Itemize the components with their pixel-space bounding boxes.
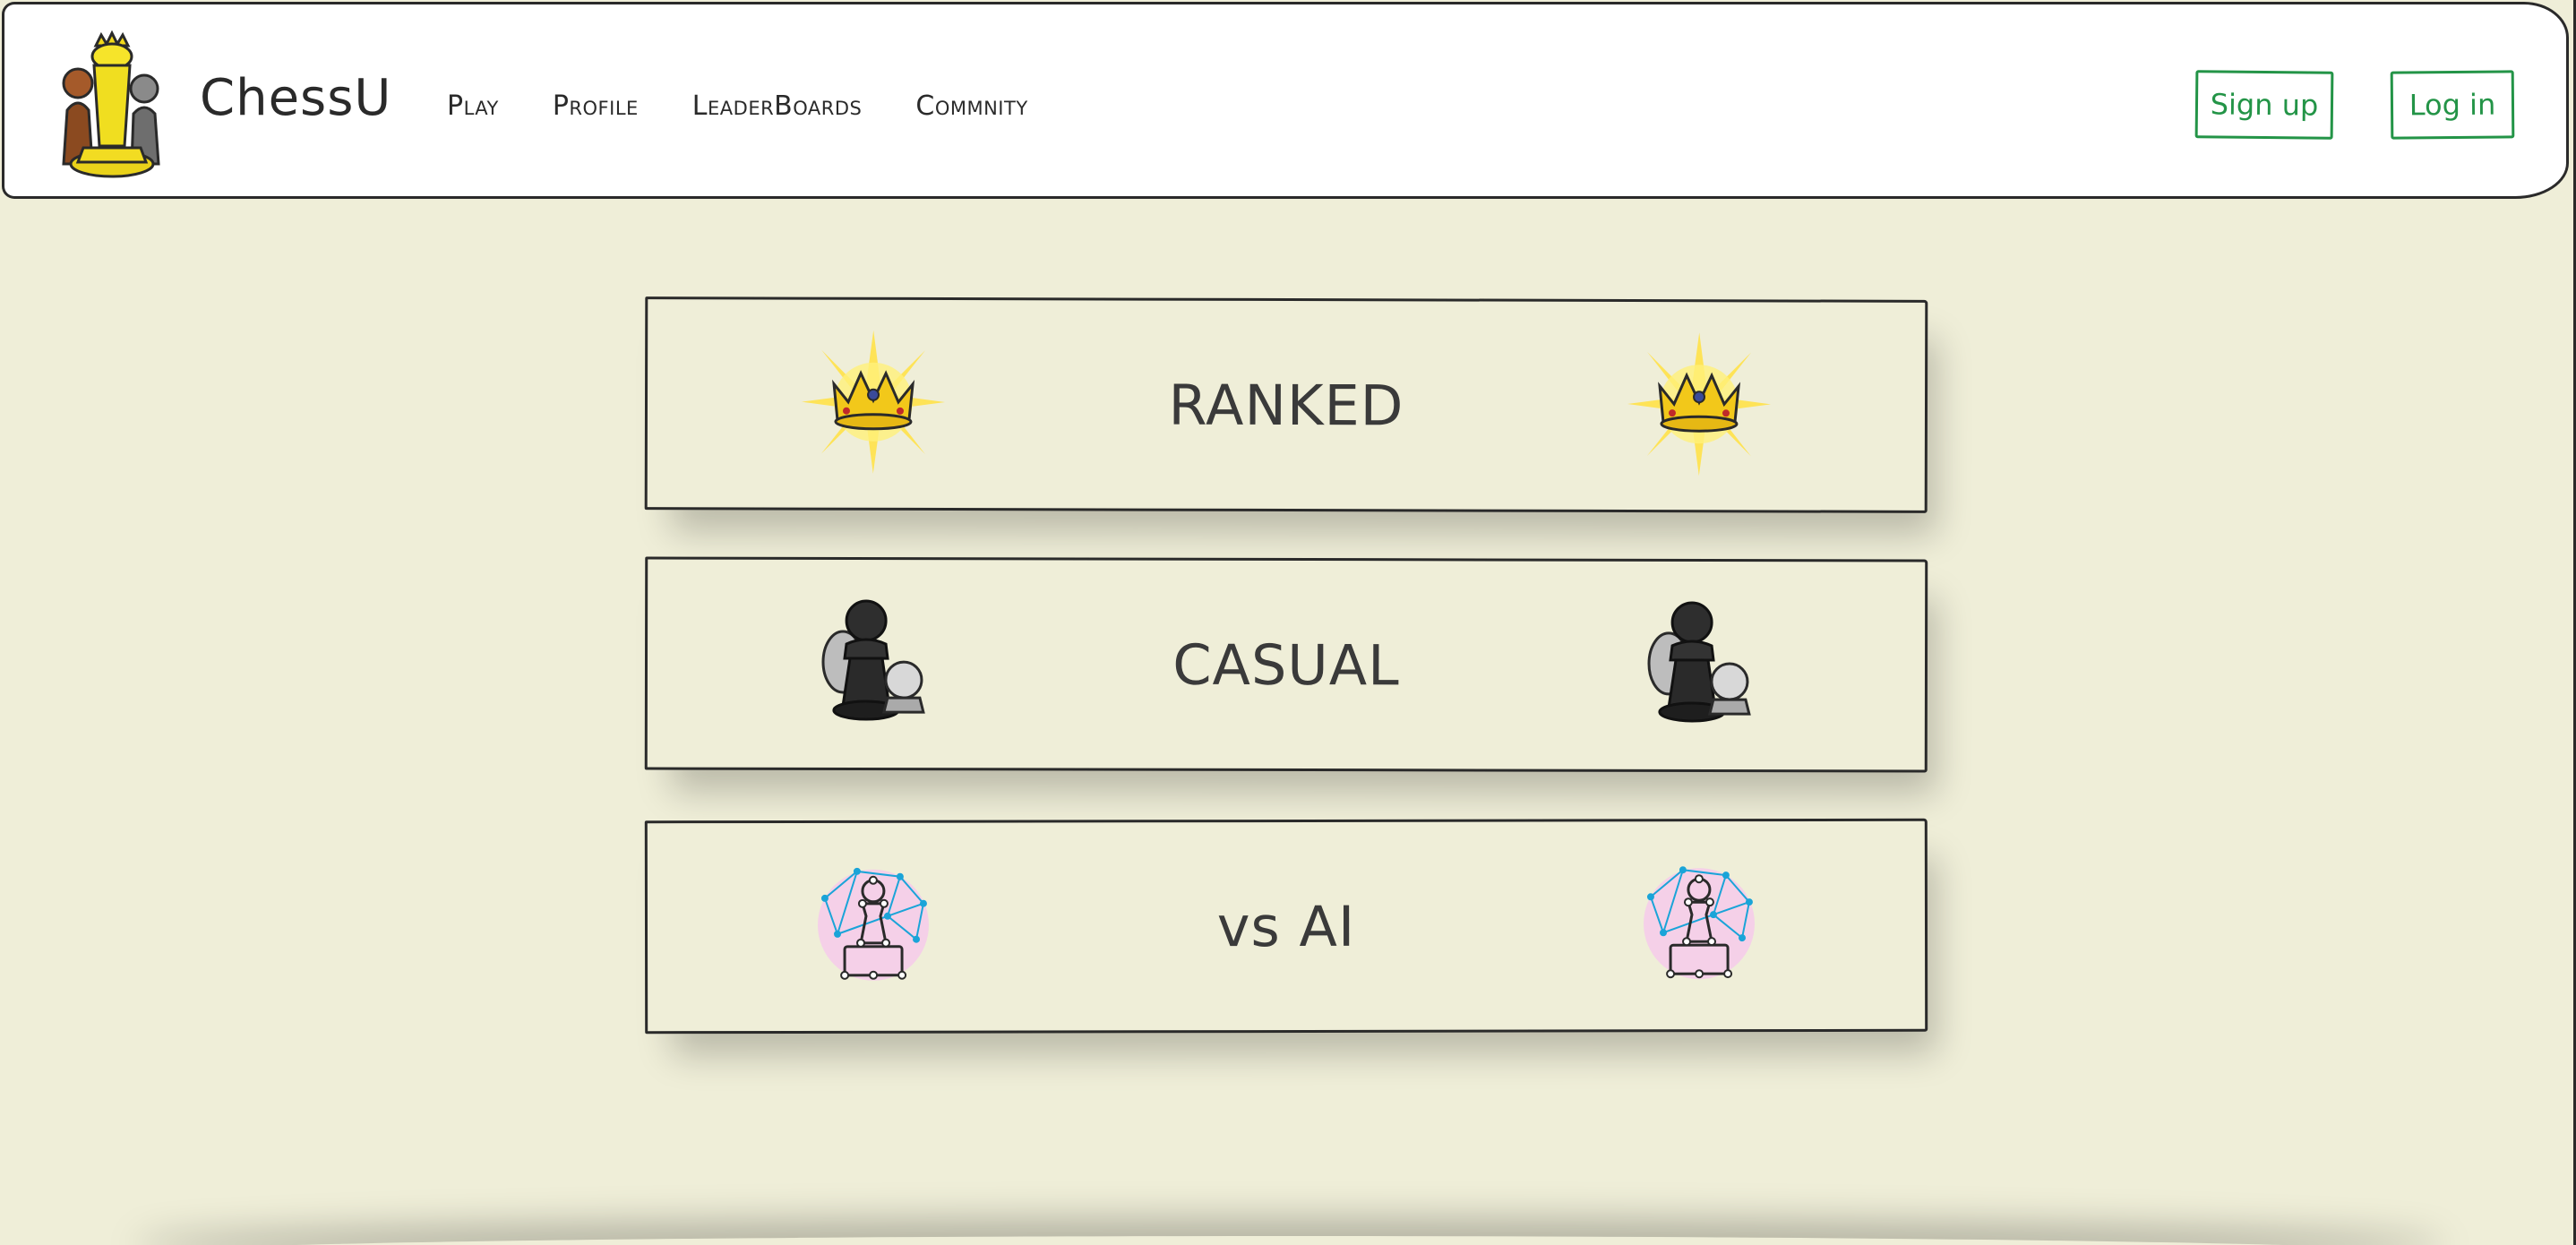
ai-network-pawn-icon [1643,866,1755,980]
log-in-button[interactable]: Log in [2390,70,2515,140]
vs-ai-mode-button[interactable]: vs AI [644,818,1928,1035]
brand-title[interactable]: ChessU [200,69,391,127]
main-nav: Play Profile LeaderBoards Commnity [447,90,1028,122]
ranked-mode-button[interactable]: RANKED [644,296,1928,513]
top-header: ChessU Play Profile LeaderBoards Commnit… [2,2,2569,199]
page: ChessU Play Profile LeaderBoards Commnit… [0,0,2576,1245]
nav-play[interactable]: Play [447,90,499,122]
crown-icon [1627,332,1772,477]
pawn-icon [1647,601,1751,723]
nav-leaderboards[interactable]: LeaderBoards [692,90,863,122]
nav-community[interactable]: Commnity [915,90,1027,122]
sign-up-button[interactable]: Sign up [2194,70,2334,140]
chess-pieces-logo-icon[interactable] [47,30,173,182]
nav-profile[interactable]: Profile [553,90,639,122]
bottom-edge-shadow [143,1236,2436,1245]
casual-mode-button[interactable]: CASUAL [644,556,1928,773]
